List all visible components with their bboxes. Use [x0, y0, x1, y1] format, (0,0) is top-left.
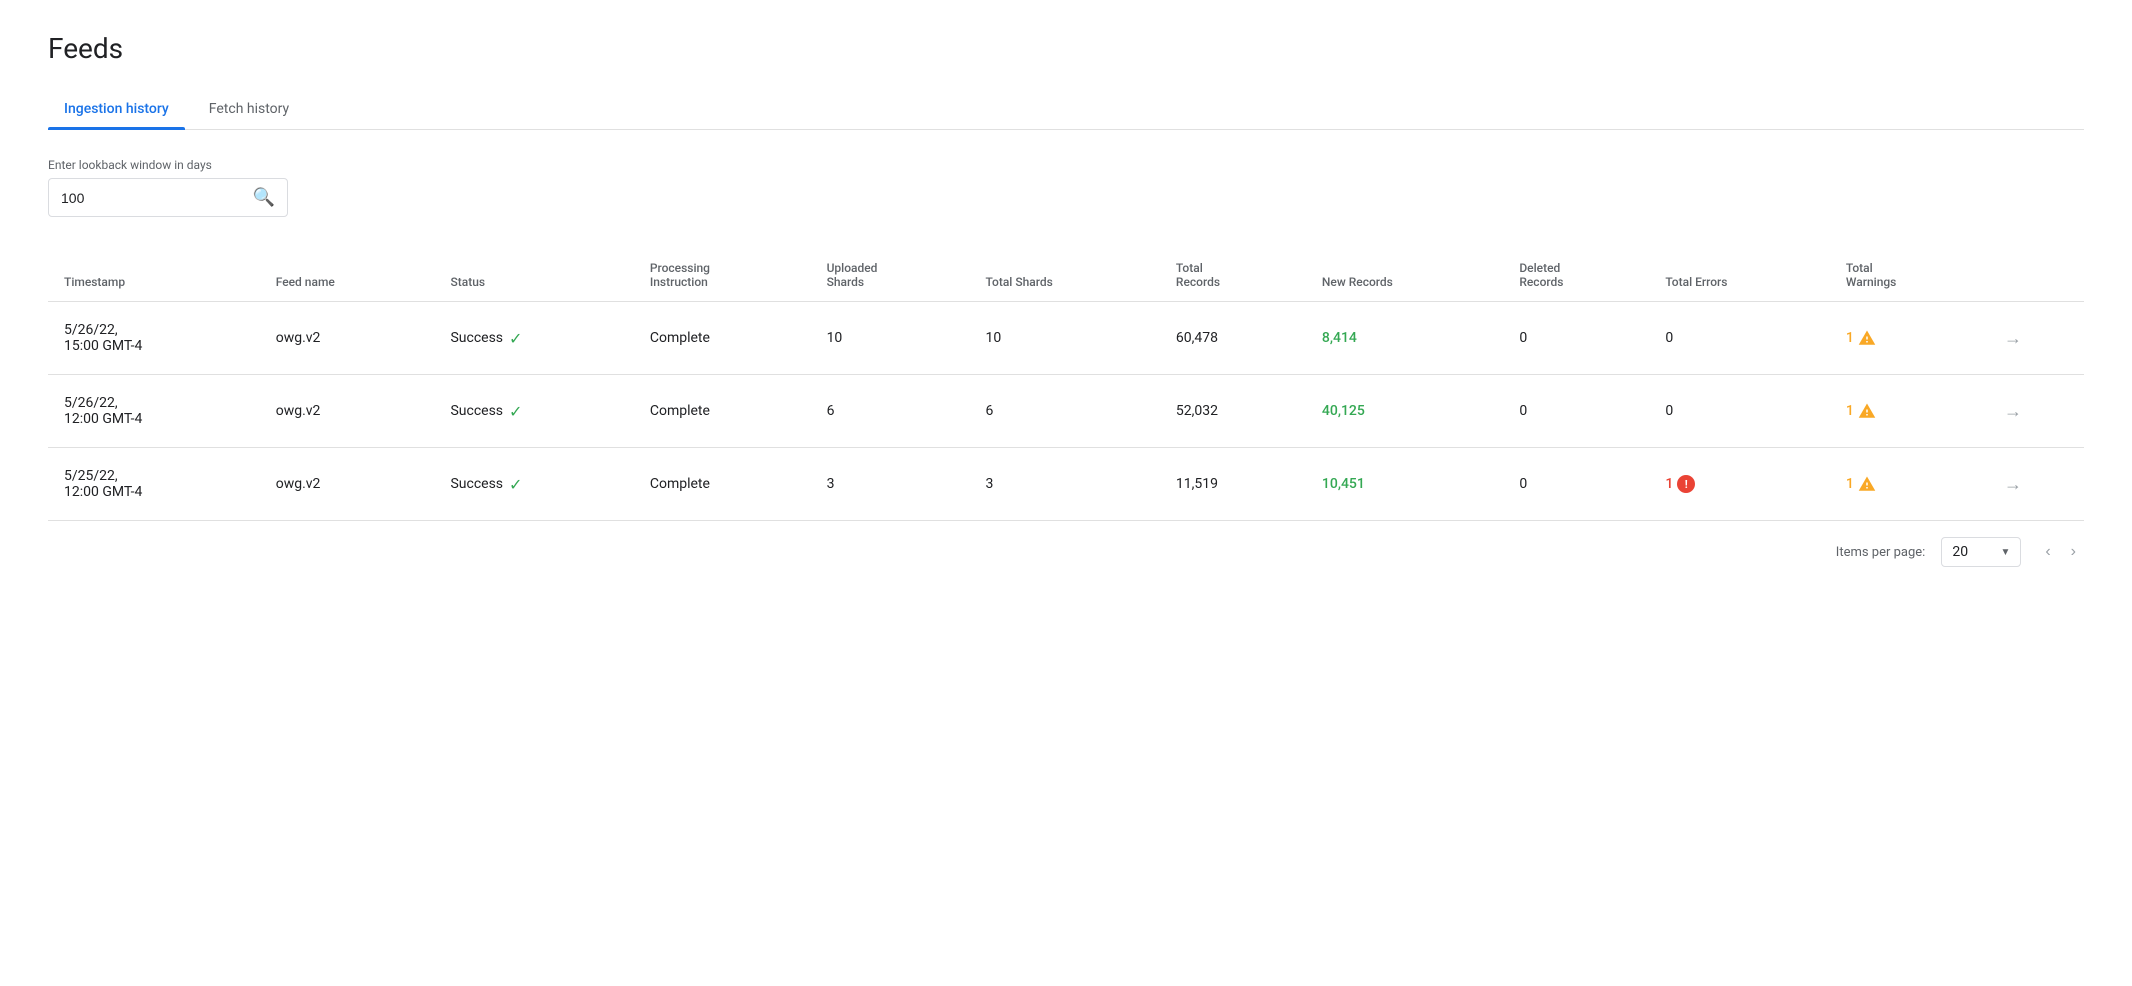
cell-nav-1[interactable]: → [1988, 302, 2084, 375]
col-uploaded-shards: UploadedShards [811, 249, 970, 302]
cell-uploaded-shards-3: 3 [811, 448, 970, 521]
cell-total-errors-2: 0 [1649, 375, 1830, 448]
warning-icon [1858, 475, 1876, 493]
col-processing-instruction: ProcessingInstruction [634, 249, 811, 302]
warning-icon [1858, 402, 1876, 420]
prev-page-button[interactable]: ‹ [2037, 537, 2058, 567]
cell-deleted-records-2: 0 [1503, 375, 1649, 448]
col-total-shards: Total Shards [970, 249, 1160, 302]
page-container: Feeds Ingestion history Fetch history En… [0, 0, 2132, 615]
check-icon: ✓ [509, 402, 522, 421]
cell-feed-name-3: owg.v2 [260, 448, 435, 521]
row-nav-arrow[interactable]: → [2004, 401, 2022, 422]
cell-total-records-1: 60,478 [1160, 302, 1306, 375]
cell-processing-3: Complete [634, 448, 811, 521]
cell-uploaded-shards-2: 6 [811, 375, 970, 448]
page-title: Feeds [48, 32, 2084, 65]
check-icon: ✓ [509, 475, 522, 494]
search-box: 🔍 [48, 178, 288, 217]
cell-nav-3[interactable]: → [1988, 448, 2084, 521]
next-page-button[interactable]: › [2063, 537, 2084, 567]
chevron-down-icon: ▼ [2000, 547, 2010, 558]
cell-total-errors-1: 0 [1649, 302, 1830, 375]
page-nav: ‹ › [2037, 537, 2084, 567]
items-per-page-value: 20 [1952, 544, 1968, 560]
items-per-page-label: Items per page: [1836, 545, 1926, 560]
cell-processing-1: Complete [634, 302, 811, 375]
cell-total-warnings-2: 1 [1830, 375, 1988, 448]
cell-new-records-2: 40,125 [1306, 375, 1503, 448]
tabs-bar: Ingestion history Fetch history [48, 89, 2084, 130]
col-status: Status [434, 249, 633, 302]
cell-deleted-records-3: 0 [1503, 448, 1649, 521]
cell-timestamp-2: 5/26/22, 12:00 GMT-4 [48, 375, 260, 448]
cell-feed-name-1: owg.v2 [260, 302, 435, 375]
search-section: Enter lookback window in days 🔍 [48, 158, 2084, 217]
search-input[interactable] [61, 190, 253, 206]
cell-total-shards-1: 10 [970, 302, 1160, 375]
tab-ingestion-history[interactable]: Ingestion history [48, 89, 185, 129]
cell-total-records-2: 52,032 [1160, 375, 1306, 448]
col-feed-name: Feed name [260, 249, 435, 302]
row-nav-arrow[interactable]: → [2004, 474, 2022, 495]
cell-feed-name-2: owg.v2 [260, 375, 435, 448]
cell-total-shards-3: 3 [970, 448, 1160, 521]
check-icon: ✓ [509, 329, 522, 348]
col-timestamp: Timestamp [48, 249, 260, 302]
col-new-records: New Records [1306, 249, 1503, 302]
cell-status-2: Success ✓ [434, 375, 633, 448]
cell-deleted-records-1: 0 [1503, 302, 1649, 375]
cell-total-errors-3: 1 ! [1649, 448, 1830, 521]
col-total-records: TotalRecords [1160, 249, 1306, 302]
cell-timestamp-1: 5/26/22, 15:00 GMT-4 [48, 302, 260, 375]
col-total-errors: Total Errors [1649, 249, 1830, 302]
items-per-page-selector[interactable]: 20 ▼ [1941, 537, 2021, 567]
table-row: 5/26/22, 15:00 GMT-4 owg.v2 Success ✓ Co… [48, 302, 2084, 375]
table-header-row: Timestamp Feed name Status ProcessingIns… [48, 249, 2084, 302]
search-icon[interactable]: 🔍 [253, 187, 275, 208]
table-row: 5/26/22, 12:00 GMT-4 owg.v2 Success ✓ Co… [48, 375, 2084, 448]
pagination: Items per page: 20 ▼ ‹ › [48, 521, 2084, 583]
col-nav [1988, 249, 2084, 302]
cell-new-records-3: 10,451 [1306, 448, 1503, 521]
tab-fetch-history[interactable]: Fetch history [193, 89, 305, 129]
cell-status-3: Success ✓ [434, 448, 633, 521]
col-deleted-records: DeletedRecords [1503, 249, 1649, 302]
row-nav-arrow[interactable]: → [2004, 328, 2022, 349]
warning-icon [1858, 329, 1876, 347]
cell-timestamp-3: 5/25/22, 12:00 GMT-4 [48, 448, 260, 521]
cell-status-1: Success ✓ [434, 302, 633, 375]
cell-total-records-3: 11,519 [1160, 448, 1306, 521]
search-label: Enter lookback window in days [48, 158, 2084, 172]
cell-processing-2: Complete [634, 375, 811, 448]
cell-nav-2[interactable]: → [1988, 375, 2084, 448]
cell-total-warnings-3: 1 [1830, 448, 1988, 521]
table-row: 5/25/22, 12:00 GMT-4 owg.v2 Success ✓ Co… [48, 448, 2084, 521]
cell-new-records-1: 8,414 [1306, 302, 1503, 375]
data-table: Timestamp Feed name Status ProcessingIns… [48, 249, 2084, 521]
error-icon: ! [1677, 475, 1695, 493]
col-total-warnings: TotalWarnings [1830, 249, 1988, 302]
cell-uploaded-shards-1: 10 [811, 302, 970, 375]
cell-total-shards-2: 6 [970, 375, 1160, 448]
cell-total-warnings-1: 1 [1830, 302, 1988, 375]
